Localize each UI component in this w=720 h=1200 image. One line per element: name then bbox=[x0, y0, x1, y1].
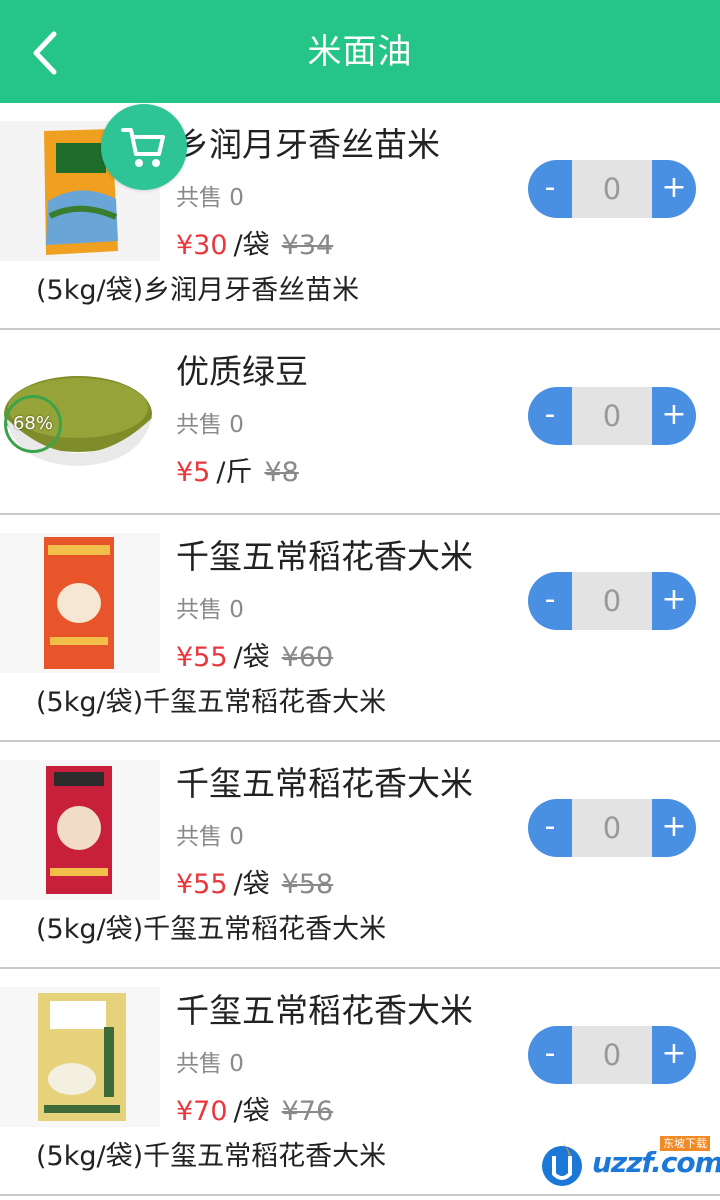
price-unit: /袋 bbox=[233, 869, 270, 900]
progress-badge: 68% bbox=[4, 395, 62, 453]
increase-button[interactable]: + bbox=[652, 387, 696, 445]
watermark-sub: 东坡下载 bbox=[660, 1136, 710, 1151]
product-description: (5kg/袋)千玺五常稻花香大米 bbox=[36, 1141, 387, 1172]
quantity-value[interactable]: 0 bbox=[572, 160, 652, 218]
quantity-stepper: - 0 + bbox=[528, 387, 696, 445]
product-item[interactable]: 优质绿豆 共售 0 ¥5/斤 ¥8 - 0 + bbox=[0, 330, 720, 515]
decrease-button[interactable]: - bbox=[528, 387, 572, 445]
quantity-value[interactable]: 0 bbox=[572, 572, 652, 630]
increase-button[interactable]: + bbox=[652, 572, 696, 630]
price-unit: /袋 bbox=[233, 1096, 270, 1127]
cart-fab-button[interactable] bbox=[101, 104, 187, 190]
price-unit: /袋 bbox=[233, 642, 270, 673]
original-price: ¥60 bbox=[281, 642, 334, 673]
original-price: ¥8 bbox=[264, 457, 299, 488]
sold-count: 共售 0 bbox=[176, 412, 244, 438]
app-header: 米面油 bbox=[0, 0, 720, 103]
price-row: ¥5/斤 ¥8 bbox=[176, 455, 299, 491]
quantity-value[interactable]: 0 bbox=[572, 1026, 652, 1084]
product-description: (5kg/袋)千玺五常稻花香大米 bbox=[36, 687, 387, 718]
product-list: 乡润月牙香丝苗米 共售 0 ¥30/袋 ¥34 (5kg/袋)乡润月牙香丝苗米 -… bbox=[0, 103, 720, 1196]
decrease-button[interactable]: - bbox=[528, 572, 572, 630]
cart-icon bbox=[121, 128, 165, 167]
page-title: 米面油 bbox=[307, 32, 413, 72]
decrease-button[interactable]: - bbox=[528, 160, 572, 218]
product-image-rice-bag[interactable] bbox=[0, 533, 160, 673]
sold-count: 共售 0 bbox=[176, 1051, 244, 1077]
increase-button[interactable]: + bbox=[652, 1026, 696, 1084]
decrease-button[interactable]: - bbox=[528, 1026, 572, 1084]
price-unit: /袋 bbox=[233, 230, 270, 261]
product-name: 乡润月牙香丝苗米 bbox=[176, 125, 440, 164]
increase-button[interactable]: + bbox=[652, 799, 696, 857]
original-price: ¥58 bbox=[281, 869, 334, 900]
increase-button[interactable]: + bbox=[652, 160, 696, 218]
quantity-value[interactable]: 0 bbox=[572, 387, 652, 445]
product-name: 千玺五常稻花香大米 bbox=[176, 764, 473, 803]
quantity-stepper: - 0 + bbox=[528, 160, 696, 218]
product-image-rice-bag[interactable] bbox=[0, 760, 160, 900]
price: ¥30 bbox=[176, 230, 228, 261]
price: ¥55 bbox=[176, 869, 228, 900]
product-item[interactable]: 千玺五常稻花香大米 共售 0 ¥55/袋 ¥60 (5kg/袋)千玺五常稻花香大米… bbox=[0, 515, 720, 742]
product-name: 千玺五常稻花香大米 bbox=[176, 991, 473, 1030]
quantity-stepper: - 0 + bbox=[528, 799, 696, 857]
price: ¥55 bbox=[176, 642, 228, 673]
decrease-button[interactable]: - bbox=[528, 799, 572, 857]
product-image-rice-bag[interactable] bbox=[0, 987, 160, 1127]
product-item[interactable]: 千玺五常稻花香大米 共售 0 ¥55/袋 ¥58 (5kg/袋)千玺五常稻花香大米… bbox=[0, 742, 720, 969]
price: ¥70 bbox=[176, 1096, 228, 1127]
price-unit: /斤 bbox=[216, 457, 253, 488]
quantity-stepper: - 0 + bbox=[528, 572, 696, 630]
price-row: ¥55/袋 ¥60 bbox=[176, 640, 333, 676]
product-description: (5kg/袋)乡润月牙香丝苗米 bbox=[36, 275, 360, 306]
price-row: ¥70/袋 ¥76 bbox=[176, 1094, 333, 1130]
product-description: (5kg/袋)千玺五常稻花香大米 bbox=[36, 914, 387, 945]
quantity-stepper: - 0 + bbox=[528, 1026, 696, 1084]
sold-count: 共售 0 bbox=[176, 185, 244, 211]
price-row: ¥30/袋 ¥34 bbox=[176, 228, 333, 264]
price-row: ¥55/袋 ¥58 bbox=[176, 867, 333, 903]
product-name: 千玺五常稻花香大米 bbox=[176, 537, 473, 576]
original-price: ¥34 bbox=[281, 230, 334, 261]
original-price: ¥76 bbox=[281, 1096, 334, 1127]
product-name: 优质绿豆 bbox=[176, 352, 308, 391]
flame-logo-icon bbox=[542, 1142, 582, 1186]
quantity-value[interactable]: 0 bbox=[572, 799, 652, 857]
price: ¥5 bbox=[176, 457, 211, 488]
sold-count: 共售 0 bbox=[176, 824, 244, 850]
watermark-logo: uzzf.com 东坡下载 bbox=[538, 1136, 720, 1194]
sold-count: 共售 0 bbox=[176, 597, 244, 623]
